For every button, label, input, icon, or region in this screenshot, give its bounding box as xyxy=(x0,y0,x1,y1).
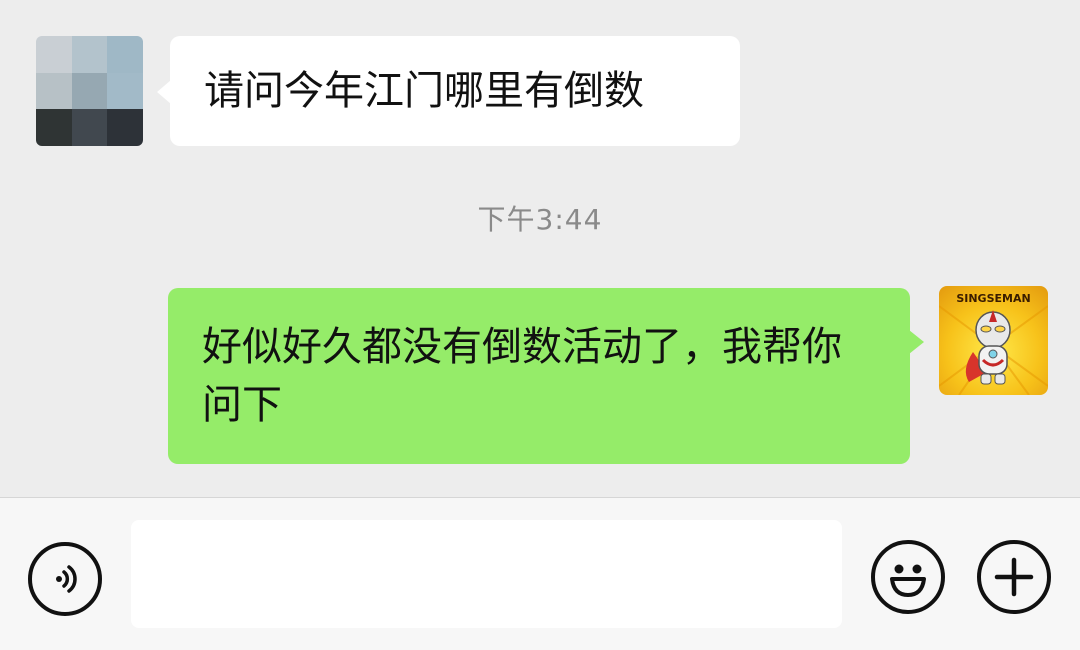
input-bar xyxy=(0,497,1080,650)
outgoing-message-bubble[interactable]: 好似好久都没有倒数活动了，我帮你问下 xyxy=(168,288,924,464)
voice-button[interactable] xyxy=(28,542,102,616)
plus-icon xyxy=(994,557,1034,597)
emoji-button[interactable] xyxy=(871,540,945,614)
contact-avatar[interactable] xyxy=(36,36,143,146)
voice-icon xyxy=(56,565,77,593)
message-input[interactable] xyxy=(131,520,842,628)
incoming-message-text: 请问今年江门哪里有倒数 xyxy=(204,68,644,114)
incoming-message-bubble[interactable]: 请问今年江门哪里有倒数 xyxy=(157,36,740,146)
outgoing-message-text: 好似好久都没有倒数活动了，我帮你问下 xyxy=(202,324,842,428)
message-timestamp: 下午3:44 xyxy=(477,203,603,236)
emoji-icon xyxy=(890,564,926,597)
my-avatar[interactable]: SINGSEMAN xyxy=(939,286,1048,395)
plus-button[interactable] xyxy=(977,540,1051,614)
chat-area: 请问今年江门哪里有倒数 下午3:44 好似好久都没有倒数活动了，我帮你问下 SI… xyxy=(0,0,1080,497)
cartoon-hero-icon xyxy=(939,305,1048,395)
